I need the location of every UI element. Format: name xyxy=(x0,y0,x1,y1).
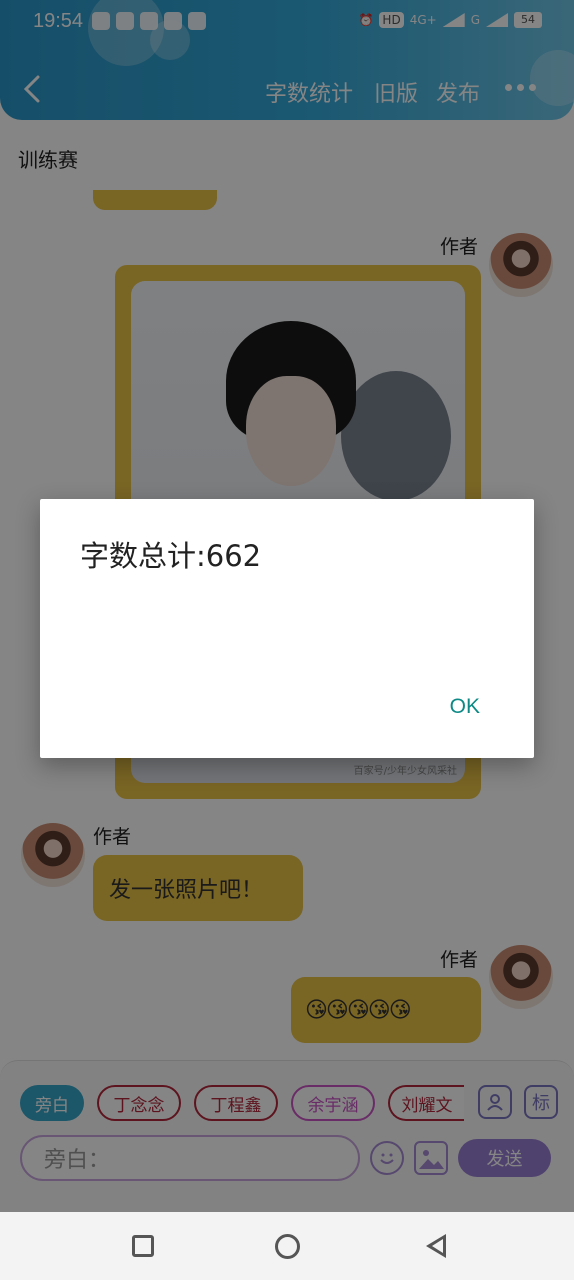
system-nav-bar xyxy=(0,1212,574,1280)
back-triangle-icon[interactable] xyxy=(426,1234,446,1258)
ok-button[interactable]: OK xyxy=(450,695,480,719)
dialog-message: 字数总计:662 xyxy=(80,539,262,573)
word-count-dialog: 字数总计:662 OK xyxy=(40,499,534,758)
home-icon[interactable] xyxy=(275,1234,300,1259)
recents-icon[interactable] xyxy=(132,1235,154,1257)
